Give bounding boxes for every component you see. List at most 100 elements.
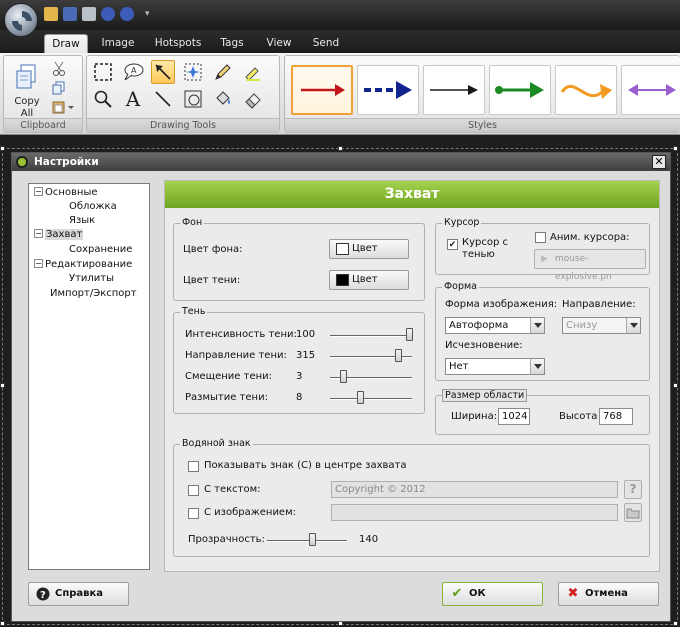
style-arrow-orange-curve[interactable] bbox=[555, 65, 617, 115]
collapse-icon[interactable]: − bbox=[34, 229, 43, 238]
redo-icon[interactable] bbox=[120, 7, 134, 21]
transparency-thumb[interactable] bbox=[309, 533, 316, 546]
cut-icon[interactable] bbox=[50, 60, 68, 78]
highlight-region-icon[interactable] bbox=[181, 60, 205, 84]
tab-draw[interactable]: Draw bbox=[44, 34, 88, 53]
style-arrow-green[interactable] bbox=[489, 65, 551, 115]
height-input[interactable]: 768 bbox=[599, 408, 633, 425]
watermark-image-checkbox[interactable] bbox=[188, 508, 199, 519]
fade-select[interactable]: Нет bbox=[445, 358, 545, 375]
cancel-button[interactable]: ✖ Отмена bbox=[558, 582, 659, 606]
shadow-offset-thumb[interactable] bbox=[340, 370, 347, 383]
shape-direction-select[interactable]: Снизу bbox=[562, 317, 641, 334]
style-arrow-purple-double[interactable] bbox=[621, 65, 680, 115]
show-watermark-checkbox[interactable] bbox=[188, 461, 199, 472]
help-button[interactable]: ? Справка bbox=[28, 582, 129, 606]
tree-item-import-export[interactable]: Импорт/Экспорт bbox=[50, 287, 137, 300]
tree-item-editing[interactable]: − Редактирование bbox=[34, 258, 132, 271]
callout-icon[interactable]: A bbox=[121, 60, 145, 84]
highlighter-icon[interactable] bbox=[241, 60, 265, 84]
close-button[interactable]: ✕ bbox=[652, 155, 666, 169]
panel-banner: Захват bbox=[165, 181, 659, 208]
pen-icon[interactable] bbox=[211, 60, 235, 84]
tab-tags[interactable]: Tags bbox=[214, 34, 250, 53]
shadow-color-button[interactable]: Цвет bbox=[329, 270, 409, 290]
open-icon[interactable] bbox=[44, 7, 58, 21]
tab-send[interactable]: Send bbox=[306, 34, 346, 53]
shadow-direction-value: 315 bbox=[296, 350, 316, 361]
tab-image[interactable]: Image bbox=[96, 34, 140, 53]
copy-all-label[interactable]: Copy All bbox=[12, 96, 42, 120]
chevron-down-icon bbox=[626, 318, 640, 333]
collapse-icon[interactable]: − bbox=[34, 187, 43, 196]
resize-handle[interactable] bbox=[673, 146, 678, 151]
watermark-text-label: С текстом: bbox=[204, 484, 261, 495]
shadow-intensity-thumb[interactable] bbox=[406, 328, 413, 341]
shadow-color-label: Цвет тени: bbox=[183, 275, 241, 286]
copy-all-icon[interactable] bbox=[13, 62, 41, 92]
collapse-icon[interactable]: − bbox=[34, 259, 43, 268]
resize-handle[interactable] bbox=[0, 383, 5, 388]
quick-access-toolbar: ▾ bbox=[44, 7, 150, 21]
animated-cursor-label: Аним. курсора: bbox=[550, 232, 630, 243]
tree-item-capture[interactable]: − Захват bbox=[34, 228, 84, 241]
app-menu-button[interactable] bbox=[4, 3, 38, 37]
styles-group-label: Styles bbox=[285, 118, 680, 132]
shadow-blur-label: Размытие тени: bbox=[185, 392, 268, 403]
image-shape-select[interactable]: Автоформа bbox=[445, 317, 545, 334]
ok-button[interactable]: ✔ ОК bbox=[442, 582, 543, 606]
eraser-icon[interactable] bbox=[241, 87, 265, 111]
animated-cursor-checkbox[interactable] bbox=[535, 232, 546, 243]
animated-cursor-file[interactable]: ▶ mouse-explosive.pn bbox=[534, 249, 646, 282]
chevron-down-icon bbox=[530, 318, 544, 333]
tree-item-skin[interactable]: Обложка bbox=[69, 200, 117, 213]
copy-icon[interactable] bbox=[50, 79, 68, 97]
resize-handle[interactable] bbox=[0, 621, 5, 626]
height-label: Высота bbox=[559, 411, 598, 422]
shadow-blur-thumb[interactable] bbox=[357, 391, 364, 404]
line-tool-icon[interactable] bbox=[151, 87, 175, 111]
shadow-blur-value: 8 bbox=[296, 392, 303, 403]
print-icon[interactable] bbox=[82, 7, 96, 21]
svg-text:?: ? bbox=[40, 590, 46, 601]
app-title-bar: ▾ bbox=[0, 0, 680, 30]
resize-handle[interactable] bbox=[673, 383, 678, 388]
arrow-tool-icon[interactable] bbox=[151, 60, 175, 84]
tree-item-language[interactable]: Язык bbox=[69, 214, 95, 227]
bg-color-button[interactable]: Цвет bbox=[329, 239, 409, 259]
transparency-slider[interactable] bbox=[267, 540, 347, 542]
watermark-image-input[interactable] bbox=[331, 504, 618, 521]
save-icon[interactable] bbox=[63, 7, 77, 21]
customize-qat-icon[interactable]: ▾ bbox=[145, 7, 150, 21]
style-arrow-red[interactable] bbox=[291, 65, 353, 115]
undo-icon[interactable] bbox=[101, 7, 115, 21]
crop-icon[interactable] bbox=[181, 87, 205, 111]
fill-bucket-icon[interactable] bbox=[211, 87, 235, 111]
shadow-direction-thumb[interactable] bbox=[395, 349, 402, 362]
style-arrow-black[interactable] bbox=[423, 65, 485, 115]
style-arrow-dashed-blue[interactable] bbox=[357, 65, 419, 115]
ribbon-tabs: Draw Image Hotspots Tags View Send bbox=[0, 30, 680, 53]
resize-handle[interactable] bbox=[0, 146, 5, 151]
text-tool-icon[interactable]: A bbox=[121, 87, 145, 111]
tab-view[interactable]: View bbox=[260, 34, 298, 53]
help-icon[interactable]: ? bbox=[624, 480, 642, 499]
cursor-shadow-checkbox[interactable] bbox=[447, 239, 458, 250]
tree-item-utilities[interactable]: Утилиты bbox=[69, 272, 114, 285]
tree-item-saving[interactable]: Сохранение bbox=[69, 243, 132, 256]
paste-icon[interactable] bbox=[50, 98, 76, 116]
resize-handle[interactable] bbox=[673, 621, 678, 626]
width-input[interactable]: 1024 bbox=[498, 408, 530, 425]
zoom-icon[interactable] bbox=[91, 87, 115, 111]
resize-handle[interactable] bbox=[338, 146, 343, 151]
bg-color-label: Цвет фона: bbox=[183, 244, 243, 255]
shadow-intensity-slider[interactable] bbox=[330, 335, 412, 337]
watermark-text-checkbox[interactable] bbox=[188, 485, 199, 496]
rectangle-select-icon[interactable] bbox=[91, 60, 115, 84]
tree-item-basic[interactable]: − Основные bbox=[34, 186, 98, 199]
folder-icon[interactable] bbox=[624, 503, 642, 522]
watermark-text-input[interactable]: Copyright © 2012 bbox=[331, 481, 618, 498]
shadow-blur-slider[interactable] bbox=[330, 398, 412, 400]
shadow-intensity-value: 100 bbox=[296, 329, 316, 340]
tab-hotspots[interactable]: Hotspots bbox=[150, 34, 206, 53]
